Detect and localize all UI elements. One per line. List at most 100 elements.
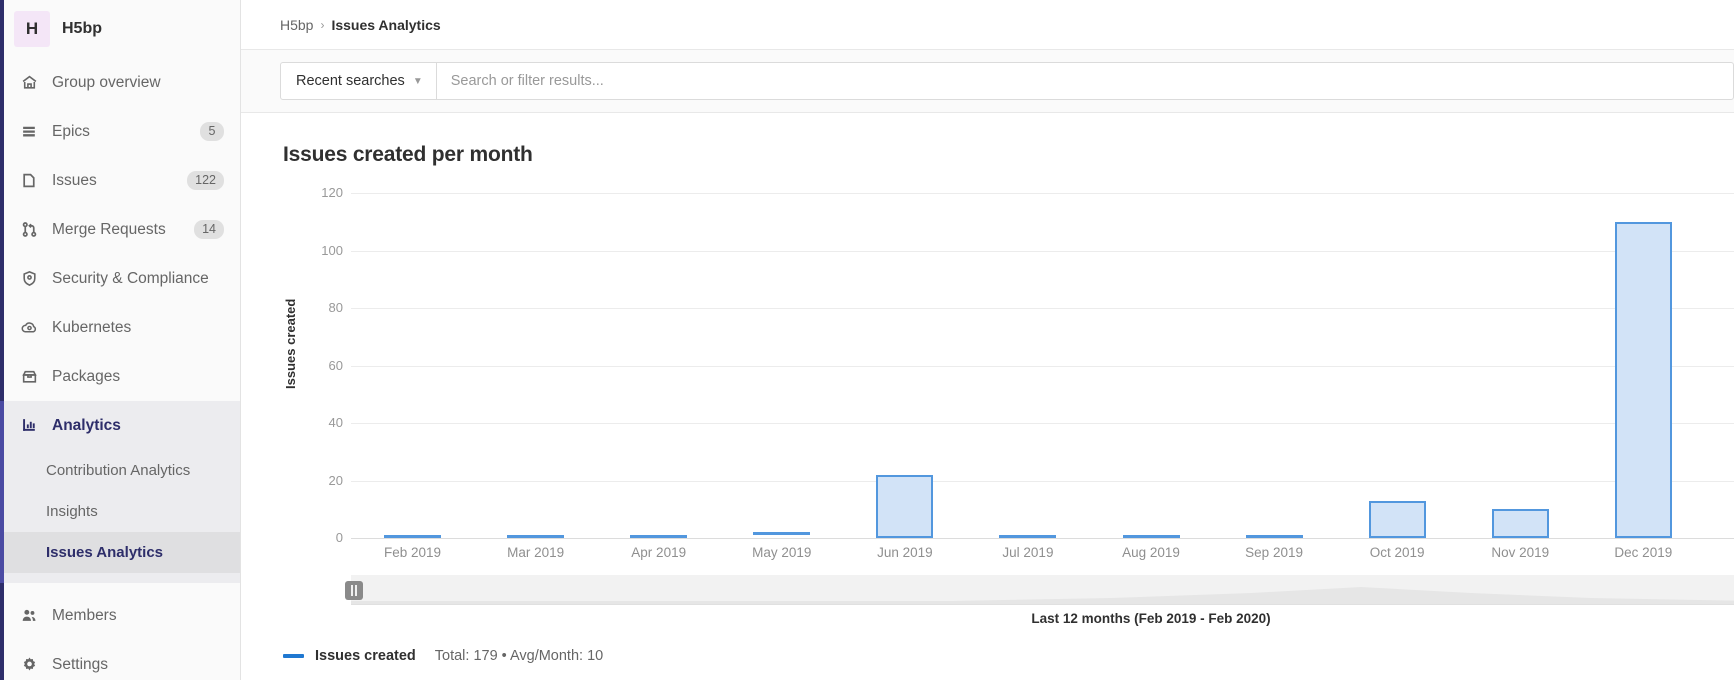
group-avatar: H	[14, 11, 50, 47]
sidebar-item-group-overview[interactable]: Group overview	[0, 58, 240, 107]
group-brand[interactable]: H H5bp	[0, 0, 240, 58]
kubernetes-icon	[20, 319, 38, 337]
app-root: H H5bp Group overview Epics 5 Issues 122	[0, 0, 1734, 680]
sidebar-subitem-label: Issues Analytics	[46, 544, 163, 561]
y-axis-tick-label: 20	[283, 473, 343, 488]
chart-datazoom-slider[interactable]	[351, 575, 1734, 605]
search-filter-box[interactable]: Recent searches ▼	[280, 62, 1734, 100]
breadcrumb-current: Issues Analytics	[331, 17, 440, 33]
chart-plot: 020406080100120	[351, 193, 1734, 538]
x-axis-tick-label: Jul 2019	[966, 545, 1089, 560]
sidebar-item-issues-analytics[interactable]: Issues Analytics	[0, 532, 240, 573]
chart-bar[interactable]	[630, 535, 687, 538]
issues-chart-card: Issues created per month Issues created …	[241, 113, 1734, 593]
chart-bar[interactable]	[999, 535, 1056, 538]
sidebar-item-settings[interactable]: Settings	[0, 640, 240, 680]
sidebar-subitem-label: Insights	[46, 503, 98, 520]
group-name: H5bp	[62, 20, 102, 38]
gear-icon	[20, 656, 38, 674]
legend-stats: Total: 179 • Avg/Month: 10	[435, 648, 603, 664]
package-icon	[20, 368, 38, 386]
chart-bar[interactable]	[876, 475, 933, 538]
sidebar-badge-issues: 122	[187, 171, 224, 190]
chart-bar-slot[interactable]	[843, 193, 966, 538]
legend-swatch-icon	[283, 654, 304, 658]
x-axis-tick-label: Nov 2019	[1459, 545, 1582, 560]
legend-series-label: Issues created	[315, 648, 416, 664]
sidebar-item-label: Epics	[52, 123, 186, 141]
sidebar-item-members[interactable]: Members	[0, 591, 240, 640]
x-axis-tick-label: Jan 2020	[1705, 545, 1734, 560]
x-axis-tick-label: Dec 2019	[1582, 545, 1705, 560]
sidebar-subitem-label: Contribution Analytics	[46, 462, 190, 479]
chart-bar[interactable]	[1492, 509, 1549, 538]
sidebar-badge-merge-requests: 14	[194, 220, 224, 239]
y-axis-tick-label: 60	[283, 358, 343, 373]
sidebar-badge-epics: 5	[200, 122, 224, 141]
sidebar-item-label: Settings	[52, 656, 224, 674]
x-axis-tick-label: May 2019	[720, 545, 843, 560]
search-input[interactable]	[437, 63, 1733, 99]
chart-bar-slot[interactable]	[1705, 193, 1734, 538]
chart-bar-slot[interactable]	[1582, 193, 1705, 538]
chart-bar-slot[interactable]	[1459, 193, 1582, 538]
chart-bar-slot[interactable]	[597, 193, 720, 538]
chart-icon	[20, 417, 38, 435]
sidebar-item-epics[interactable]: Epics 5	[0, 107, 240, 156]
sidebar-item-contribution-analytics[interactable]: Contribution Analytics	[0, 450, 240, 491]
chart-bar[interactable]	[1123, 535, 1180, 538]
sidebar-item-label: Kubernetes	[52, 319, 224, 337]
chart-gridline	[351, 538, 1734, 539]
chart-range-caption: Last 12 months (Feb 2019 - Feb 2020)	[351, 611, 1734, 626]
sidebar-item-packages[interactable]: Packages	[0, 352, 240, 401]
datazoom-handle-left[interactable]	[345, 581, 363, 600]
chart-bars	[351, 193, 1734, 538]
breadcrumb: H5bp › Issues Analytics	[241, 0, 1734, 50]
sidebar-item-security-compliance[interactable]: Security & Compliance	[0, 254, 240, 303]
sidebar-item-insights[interactable]: Insights	[0, 491, 240, 532]
chart-bar-slot[interactable]	[1336, 193, 1459, 538]
chart-bar-slot[interactable]	[474, 193, 597, 538]
sidebar-divider	[0, 583, 240, 591]
x-axis-labels: Feb 2019Mar 2019Apr 2019May 2019Jun 2019…	[351, 545, 1734, 560]
main-content: H5bp › Issues Analytics Recent searches …	[241, 0, 1734, 680]
chart-bar[interactable]	[1246, 535, 1303, 538]
legend-series-issues-created[interactable]: Issues created	[283, 648, 416, 664]
issues-icon	[20, 172, 38, 190]
chart-bar[interactable]	[507, 535, 564, 538]
chart-bar[interactable]	[1369, 501, 1426, 538]
chevron-down-icon: ▼	[413, 76, 423, 87]
home-icon	[20, 74, 38, 92]
x-axis-tick-label: Feb 2019	[351, 545, 474, 560]
sidebar-item-merge-requests[interactable]: Merge Requests 14	[0, 205, 240, 254]
sidebar-item-label: Security & Compliance	[52, 270, 224, 288]
chart-title: Issues created per month	[283, 143, 1734, 167]
y-axis-tick-label: 120	[283, 185, 343, 200]
chart-bar-slot[interactable]	[351, 193, 474, 538]
x-axis-tick-label: Sep 2019	[1213, 545, 1336, 560]
chart-bar[interactable]	[1615, 222, 1672, 538]
chart-bar-slot[interactable]	[1089, 193, 1212, 538]
x-axis-tick-label: Jun 2019	[843, 545, 966, 560]
sidebar-item-label: Merge Requests	[52, 221, 180, 239]
breadcrumb-root-link[interactable]: H5bp	[280, 17, 313, 33]
sidebar-item-analytics[interactable]: Analytics	[0, 401, 240, 450]
chart-bar-slot[interactable]	[720, 193, 843, 538]
sidebar-item-label: Analytics	[52, 417, 224, 435]
chart-bar[interactable]	[384, 535, 441, 538]
members-icon	[20, 607, 38, 625]
chart-bar[interactable]	[753, 532, 810, 538]
sidebar-item-label: Issues	[52, 172, 173, 190]
chart-bar-slot[interactable]	[1213, 193, 1336, 538]
chart-area: Issues created 020406080100120 Feb 2019M…	[283, 193, 1734, 593]
y-axis-tick-label: 100	[283, 243, 343, 258]
sidebar-subnav-analytics: Contribution Analytics Insights Issues A…	[0, 450, 240, 583]
recent-searches-dropdown[interactable]: Recent searches ▼	[281, 63, 437, 99]
x-axis-tick-label: Aug 2019	[1089, 545, 1212, 560]
sidebar-item-label: Group overview	[52, 74, 224, 92]
sidebar-item-kubernetes[interactable]: Kubernetes	[0, 303, 240, 352]
x-axis-tick-label: Apr 2019	[597, 545, 720, 560]
sidebar-item-issues[interactable]: Issues 122	[0, 156, 240, 205]
chart-bar-slot[interactable]	[966, 193, 1089, 538]
merge-request-icon	[20, 221, 38, 239]
